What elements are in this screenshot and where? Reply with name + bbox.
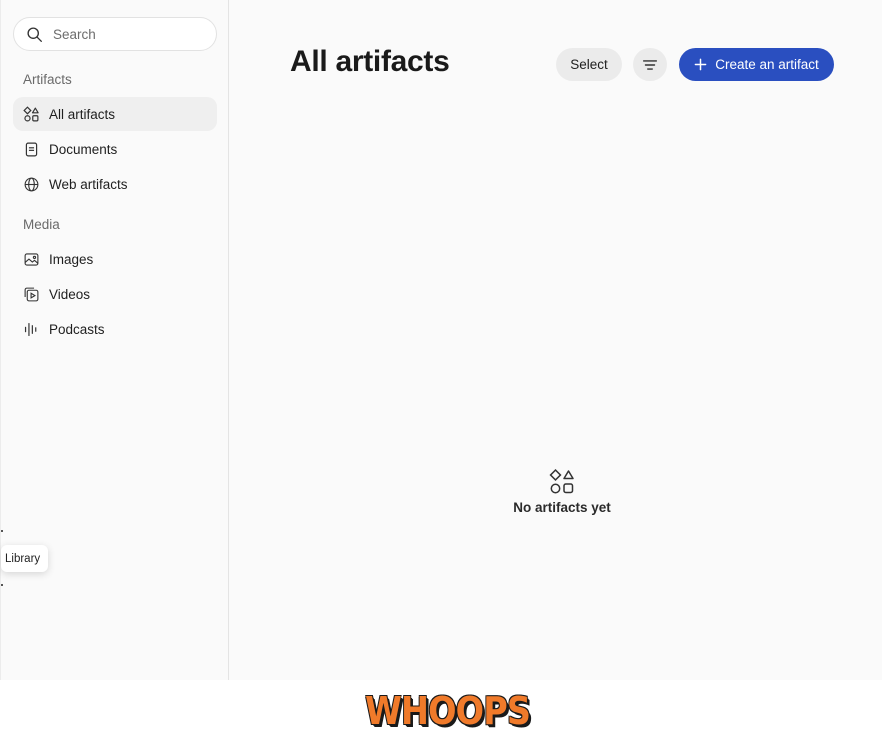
sidebar-item-label: Podcasts [49, 321, 105, 337]
search-input[interactable] [53, 26, 203, 42]
section-label-media: Media [23, 217, 60, 232]
page-title: All artifacts [290, 45, 450, 78]
create-artifact-button[interactable]: Create an artifact [679, 48, 834, 81]
sidebar-item-images[interactable]: Images [13, 242, 217, 276]
edge-marker [1, 584, 3, 586]
sidebar-item-label: Documents [49, 141, 118, 157]
sidebar-item-label: Images [49, 251, 94, 267]
globe-icon [24, 177, 39, 191]
select-button[interactable]: Select [556, 48, 622, 81]
search-icon [27, 26, 42, 42]
library-tooltip: Library [1, 545, 49, 572]
sidebar: Artifacts All artifacts Documents [0, 0, 229, 680]
waveform-icon [24, 322, 37, 336]
filter-button[interactable] [633, 48, 667, 81]
filter-icon [642, 59, 658, 70]
shapes-icon [549, 468, 574, 494]
app-window: Artifacts All artifacts Documents [0, 0, 882, 680]
empty-state: No artifacts yet [499, 468, 625, 515]
sidebar-item-all-artifacts[interactable]: All artifacts [13, 97, 217, 131]
section-label-artifacts: Artifacts [23, 72, 72, 87]
sidebar-item-label: Web artifacts [49, 176, 128, 192]
whoops-logo: WHOOPS [365, 689, 531, 733]
sidebar-item-web-artifacts[interactable]: Web artifacts [13, 167, 217, 201]
empty-state-text: No artifacts yet [513, 500, 611, 515]
main-content: All artifacts Select Create an artifact … [229, 0, 882, 680]
shapes-icon [23, 105, 39, 121]
edge-marker [1, 530, 3, 532]
video-icon [24, 287, 39, 301]
document-icon [25, 142, 38, 156]
sidebar-item-label: Videos [49, 286, 91, 302]
footer: WHOOPS [0, 680, 882, 745]
sidebar-item-videos[interactable]: Videos [13, 277, 217, 311]
search-box[interactable] [13, 17, 217, 51]
plus-icon [694, 58, 707, 71]
sidebar-item-podcasts[interactable]: Podcasts [13, 312, 217, 346]
image-icon [24, 252, 39, 266]
create-artifact-label: Create an artifact [715, 57, 819, 72]
sidebar-item-label: All artifacts [49, 106, 116, 122]
sidebar-item-documents[interactable]: Documents [13, 132, 217, 166]
